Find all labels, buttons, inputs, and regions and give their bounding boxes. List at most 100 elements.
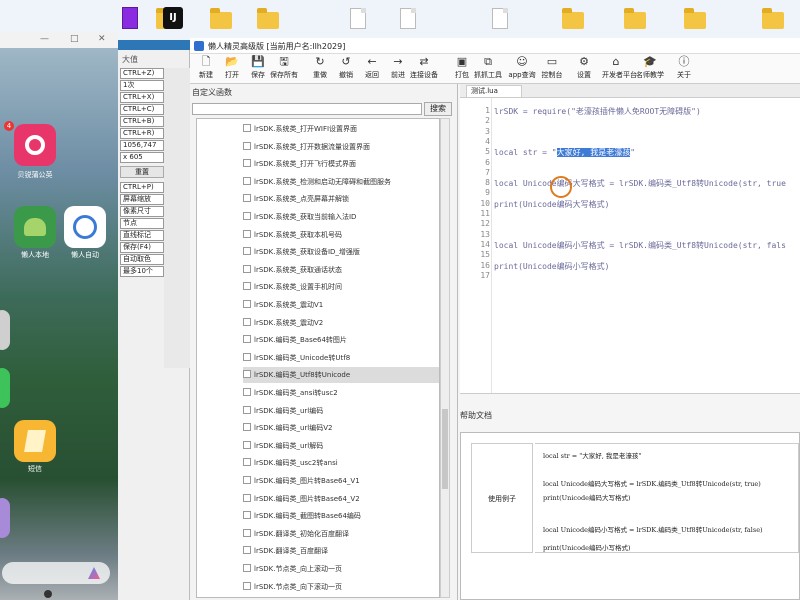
- code-line[interactable]: local Unicode编码小写格式 = lrSDK.编码类_Utf8转Uni…: [494, 240, 786, 251]
- toolbar-button-settings[interactable]: ⚙ 设置: [570, 56, 598, 83]
- desktop-folder-icon[interactable]: [760, 4, 786, 34]
- function-checkbox[interactable]: [243, 317, 251, 326]
- code-line[interactable]: lrSDK = require("老濠孩插件懒人免ROOT无障碍版"): [494, 106, 701, 117]
- function-list-item[interactable]: lrSDK.编码类_截图转Base64编码: [243, 508, 439, 524]
- toolbar-button-open[interactable]: 📂 打开: [218, 56, 246, 83]
- function-checkbox[interactable]: [243, 212, 251, 220]
- function-checkbox[interactable]: [243, 388, 251, 396]
- function-list-item[interactable]: lrSDK.编码类_url编码: [243, 403, 439, 419]
- function-checkbox[interactable]: [243, 282, 251, 291]
- tool-option[interactable]: 自动取色: [120, 254, 164, 265]
- function-checkbox[interactable]: [243, 194, 251, 203]
- function-checkbox[interactable]: [243, 335, 251, 344]
- function-checkbox[interactable]: [243, 440, 251, 449]
- function-list-item[interactable]: lrSDK.编码类_Base64转图片: [243, 332, 439, 348]
- tool-option[interactable]: CTRL+P): [120, 182, 164, 193]
- code-editor[interactable]: 1 2 3 4 5 6 7 8 9 10 11 12 13 14 15 16 17 lrSDK = requir…: [460, 98, 800, 394]
- tool-option[interactable]: 节点: [120, 218, 164, 229]
- function-checkbox[interactable]: [243, 264, 251, 273]
- toolbar-button-undo[interactable]: ↺ 撤销: [332, 56, 360, 83]
- tool-field[interactable]: CTRL+C): [120, 104, 164, 115]
- reset-button[interactable]: 重置: [120, 166, 164, 178]
- app-pgy-icon[interactable]: [14, 124, 56, 166]
- maximize-icon[interactable]: □: [70, 34, 79, 44]
- phone-app-icon[interactable]: [0, 368, 10, 408]
- toolbar-button-forward[interactable]: → 前进: [384, 56, 412, 83]
- function-list-item[interactable]: lrSDK.系统类_打开WIFI设置界面: [243, 121, 439, 137]
- toolbar-button-new[interactable]: 🗋 新建: [192, 56, 220, 83]
- function-checkbox[interactable]: [243, 528, 251, 537]
- function-checkbox[interactable]: [243, 141, 251, 150]
- minimize-icon[interactable]: —: [40, 34, 49, 44]
- code-line[interactable]: print(Unicode编码小写格式): [494, 261, 609, 272]
- function-checkbox[interactable]: [243, 423, 251, 432]
- toolbar-button-back[interactable]: ← 返回: [358, 56, 386, 83]
- tool-option[interactable]: 直线标记: [120, 230, 164, 241]
- function-list-item[interactable]: lrSDK.编码类_usc2转ansi: [243, 455, 439, 471]
- settings-app-icon[interactable]: [0, 310, 10, 350]
- function-checkbox[interactable]: [243, 476, 251, 484]
- toolbar-button-teacher[interactable]: 🎓 名师教学: [636, 56, 664, 83]
- function-list-item[interactable]: lrSDK.节点类_向下滚动一页: [243, 579, 439, 595]
- function-checkbox[interactable]: [243, 405, 251, 414]
- function-list-scrollbar[interactable]: [440, 118, 450, 598]
- function-list-item[interactable]: lrSDK.系统类_获取设备ID_增强版: [243, 244, 439, 260]
- tool-option[interactable]: 保存(F4): [120, 242, 164, 253]
- desktop-file-icon[interactable]: [487, 4, 513, 34]
- app-lr-icon[interactable]: [64, 206, 106, 248]
- desktop-folder-icon[interactable]: [622, 4, 648, 34]
- desktop-app-icon[interactable]: IJ: [160, 4, 186, 34]
- function-search-input[interactable]: [192, 103, 422, 115]
- code-line[interactable]: local Unicode编码大写格式 = lrSDK.编码类_Utf8转Uni…: [494, 178, 786, 189]
- function-checkbox[interactable]: [243, 511, 251, 520]
- function-list-item[interactable]: lrSDK.翻译类_百度翻译: [243, 543, 439, 559]
- function-list-item[interactable]: lrSDK.编码类_ansi转usc2: [243, 385, 439, 401]
- function-checkbox[interactable]: [243, 546, 251, 555]
- toolbar-button-developer[interactable]: ⌂ 开发者平台: [602, 56, 637, 83]
- tab-test-lua[interactable]: 测试.lua: [466, 85, 522, 98]
- toolbar-button-save-all[interactable]: 🖫 保存所有: [270, 56, 298, 83]
- function-list-item[interactable]: lrSDK.翻译类_初始化百度翻译: [243, 526, 439, 542]
- toolbar-button-app-query[interactable]: ☺ app查询: [508, 56, 536, 83]
- function-list-item[interactable]: lrSDK.系统类_点亮屏幕并解锁: [243, 191, 439, 207]
- function-list-item[interactable]: lrSDK.编码类_图片转Base64_V1: [243, 473, 439, 489]
- function-checkbox[interactable]: [243, 124, 251, 132]
- function-list-item[interactable]: lrSDK.编码类_url编码V2: [243, 420, 439, 436]
- tool-field[interactable]: CTRL+B): [120, 116, 164, 127]
- toolbar-button-console[interactable]: ▭ 控制台: [538, 56, 566, 83]
- desktop-file-icon[interactable]: [395, 4, 421, 34]
- function-list-item[interactable]: lrSDK.编码类_url解码: [243, 438, 439, 454]
- close-icon[interactable]: ✕: [98, 34, 106, 44]
- code-line[interactable]: local str = "大家好, 我是老濠孩": [494, 147, 635, 158]
- function-checkbox[interactable]: [243, 370, 251, 379]
- android-icon[interactable]: [14, 206, 56, 248]
- desktop-folder-icon[interactable]: [560, 4, 586, 34]
- tool-field[interactable]: CTRL+R): [120, 128, 164, 139]
- gallery-app-icon[interactable]: [0, 498, 10, 538]
- desktop-zip-icon[interactable]: [118, 4, 144, 34]
- search-widget[interactable]: [2, 562, 110, 584]
- function-list-item[interactable]: lrSDK.系统类_检测和启动无障碍和截图服务: [243, 174, 439, 190]
- function-list-item[interactable]: lrSDK.系统类_设置手机时间: [243, 279, 439, 295]
- function-checkbox[interactable]: [243, 564, 251, 572]
- toolbar-button-save[interactable]: 💾 保存: [244, 56, 272, 83]
- desktop-folder-icon[interactable]: [255, 4, 281, 34]
- tool-option[interactable]: 屏幕缩放: [120, 194, 164, 205]
- function-checkbox[interactable]: [243, 159, 251, 168]
- toolbar-button-package[interactable]: ▣ 打包: [448, 56, 476, 83]
- tool-field[interactable]: x 605: [120, 152, 164, 163]
- desktop-folder-icon[interactable]: [208, 4, 234, 34]
- function-checkbox[interactable]: [243, 229, 251, 238]
- phone-screen[interactable]: 4 贝锐蒲公英 懒人本地 懒人自动 短信: [0, 48, 118, 600]
- toolbar-button-redo[interactable]: ↻ 重做: [306, 56, 334, 83]
- function-list-item[interactable]: lrSDK.节点类_向上滚动一页: [243, 561, 439, 577]
- desktop-file-icon[interactable]: [345, 4, 371, 34]
- search-button[interactable]: 搜索: [424, 102, 452, 116]
- tool-field[interactable]: CTRL+Z): [120, 68, 164, 79]
- function-checkbox[interactable]: [243, 247, 251, 256]
- toolbar-button-connect[interactable]: ⇄ 连接设备: [410, 56, 438, 83]
- scrollbar-thumb[interactable]: [442, 409, 448, 489]
- tool-field[interactable]: 1次: [120, 80, 164, 91]
- tool-field[interactable]: 1056,747: [120, 140, 164, 151]
- function-list-item[interactable]: lrSDK.编码类_图片转Base64_V2: [243, 491, 439, 507]
